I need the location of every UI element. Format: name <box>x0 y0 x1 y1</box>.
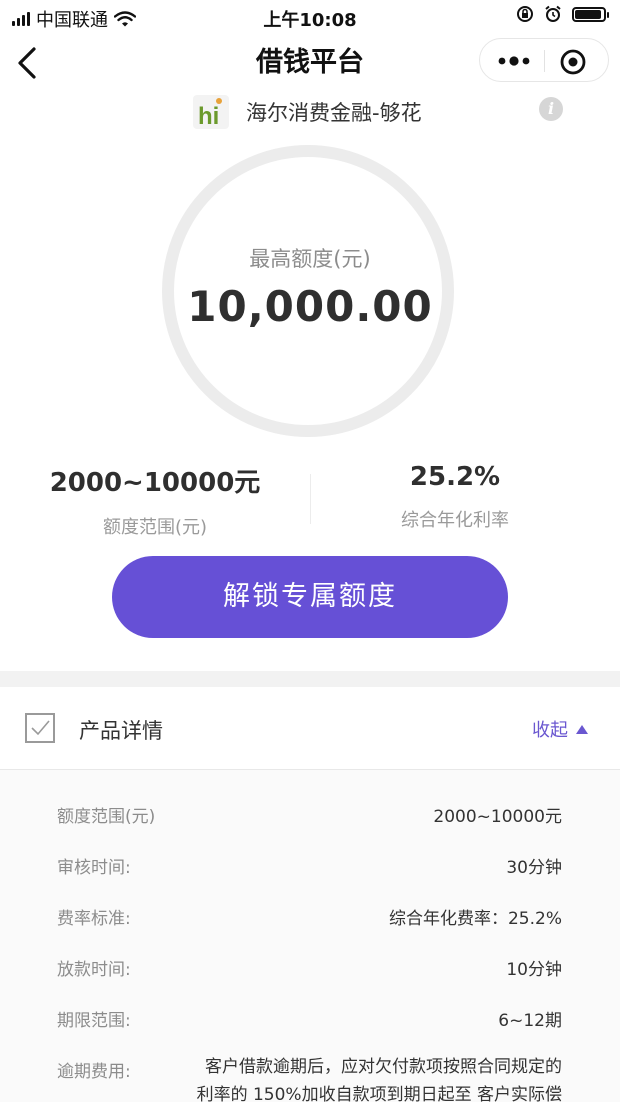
quota-value: 10,000.00 <box>187 282 433 331</box>
stat-range: 2000~10000元 额度范围(元) <box>0 462 310 539</box>
quota-label: 最高额度(元) <box>249 247 371 271</box>
brand-logo-mark: hi <box>198 98 222 130</box>
detail-label-range: 额度范围(元) <box>57 807 156 827</box>
detail-value-overdue: 客户借款逾期后，应对欠付款项按照合同规定的 利率的 150%加收自款项到期日起至… <box>176 1053 562 1109</box>
triangle-up-icon <box>576 724 588 734</box>
info-icon[interactable]: i <box>539 97 563 121</box>
detail-label-review: 审核时间: <box>57 858 131 878</box>
detail-label-term: 期限范围: <box>57 1011 131 1031</box>
svg-text:hi: hi <box>198 103 219 129</box>
more-icon[interactable] <box>494 49 534 73</box>
close-target-icon[interactable] <box>558 47 588 77</box>
detail-value-review: 30分钟 <box>506 858 562 878</box>
collapse-toggle[interactable]: 收起 <box>532 716 588 742</box>
detail-value-range: 2000~10000元 <box>433 807 562 827</box>
status-bar: 中国联通 上午10:08 <box>0 0 620 34</box>
details-title: 产品详情 <box>79 719 163 743</box>
brand-name: 海尔消费金融-够花 <box>246 101 422 125</box>
detail-label-overdue: 逾期费用: <box>57 1062 131 1082</box>
collapse-label: 收起 <box>532 720 568 741</box>
status-right <box>516 5 609 23</box>
stat-range-label: 额度范围(元) <box>102 517 208 538</box>
mini-program-capsule <box>479 38 609 82</box>
detail-value-term: 6~12期 <box>498 1011 562 1031</box>
unlock-quota-button[interactable]: 解锁专属额度 <box>112 556 508 638</box>
capsule-divider <box>544 50 545 72</box>
detail-label-fee: 费率标准: <box>57 909 131 929</box>
overdue-line-1: 客户借款逾期后，应对欠付款项按照合同规定的 <box>205 1057 562 1077</box>
stat-rate: 25.2% 综合年化利率 <box>300 462 610 532</box>
details-checkbox[interactable] <box>25 713 55 743</box>
alarm-icon <box>545 5 561 22</box>
check-icon <box>31 720 50 736</box>
detail-value-fee: 综合年化费率：25.2% <box>388 909 562 929</box>
brand-logo: hi <box>193 95 229 130</box>
stat-rate-label: 综合年化利率 <box>401 510 509 531</box>
stat-rate-value: 25.2% <box>409 462 501 492</box>
stat-range-value: 2000~10000元 <box>49 468 261 498</box>
detail-value-loan-time: 10分钟 <box>506 960 562 980</box>
section-separator <box>0 671 620 687</box>
detail-label-loan-time: 放款时间: <box>57 960 131 980</box>
orientation-lock-icon <box>517 6 533 22</box>
overdue-line-2: 利率的 150%加收自款项到期日起至 客户实际偿 <box>196 1085 562 1105</box>
battery-icon <box>572 6 609 22</box>
